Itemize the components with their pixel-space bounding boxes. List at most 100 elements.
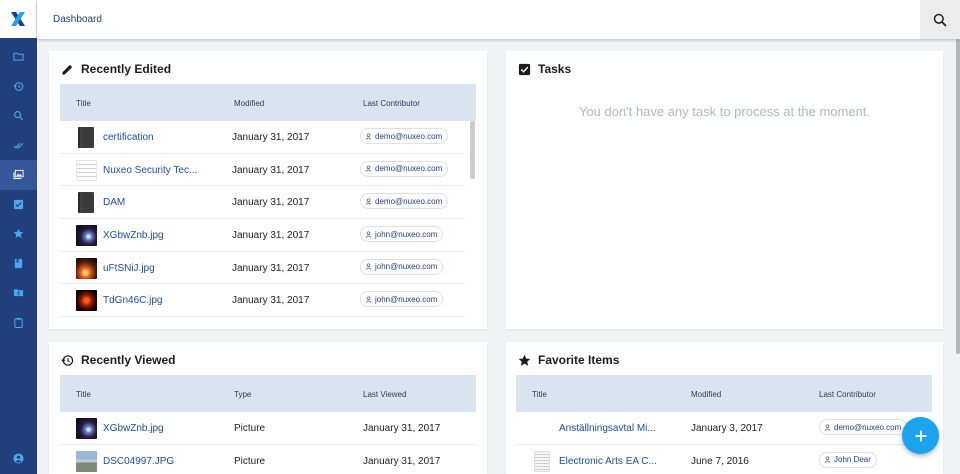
contributor-chip[interactable]: demo@nuxeo.com (360, 160, 449, 177)
tasks-header: Tasks (518, 62, 571, 76)
document-thumbnail (78, 192, 94, 214)
table-row[interactable]: certification January 31, 2017 demo@nuxeo.… (60, 121, 465, 154)
person-icon (365, 165, 372, 172)
sidebar-item-browse[interactable] (0, 42, 37, 72)
card-title: Recently Viewed (81, 353, 176, 367)
empty-tasks-message: You don't have any task to process at th… (578, 104, 871, 119)
column-header-title[interactable]: Title (532, 390, 547, 399)
person-icon (824, 456, 831, 463)
sidebar-item-shared[interactable] (0, 278, 37, 308)
table-row[interactable]: Electronic Arts EA C... June 7, 2016 John … (516, 445, 932, 474)
contributor-name: john@nuxeo.com (375, 229, 438, 239)
person-icon (365, 198, 372, 205)
contributor-chip[interactable]: demo@nuxeo.com (360, 193, 449, 210)
row-viewed: January 31, 2017 (363, 423, 441, 434)
column-header-last-contributor[interactable]: Last Contributor (819, 390, 876, 399)
document-title-link[interactable]: TdGn46C.jpg (103, 295, 162, 306)
sidebar-item-clipboard[interactable] (0, 308, 37, 338)
user-menu-button[interactable] (0, 448, 37, 468)
double-check-icon (13, 142, 24, 149)
clipboard-icon (14, 317, 23, 328)
document-title-link[interactable]: Nuxeo Security Tec... (103, 165, 197, 176)
column-header-type[interactable]: Type (234, 390, 251, 399)
sidebar-item-tasks-done[interactable] (0, 131, 37, 161)
search-icon (933, 13, 947, 27)
document-title-link[interactable]: certification (103, 132, 154, 143)
contributor-name: john@nuxeo.com (375, 294, 438, 304)
sidebar-item-gallery[interactable] (0, 160, 37, 190)
table-row[interactable]: DSC04997.JPG Picture January 31, 2017 (60, 445, 476, 474)
column-header-modified[interactable]: Modified (234, 99, 264, 108)
nuxeo-logo[interactable] (0, 0, 37, 38)
page-title: Dashboard (53, 14, 102, 25)
contributor-name: john@nuxeo.com (375, 262, 438, 272)
table-header: Title Modified Last Contributor (516, 375, 932, 412)
contributor-chip[interactable]: John Dear (819, 451, 877, 468)
table-row[interactable]: XGbwZnb.jpg Picture January 31, 2017 (60, 412, 476, 445)
card-title: Tasks (538, 62, 572, 76)
list-scrollbar[interactable] (470, 121, 475, 179)
column-header-title[interactable]: Title (76, 99, 91, 108)
create-document-button[interactable] (902, 417, 939, 454)
table-row[interactable]: DAM January 31, 2017 demo@nuxeo.com (60, 186, 465, 220)
sidebar (0, 0, 37, 474)
sidebar-item-search[interactable] (0, 101, 37, 131)
contributor-chip[interactable]: demo@nuxeo.com (360, 128, 449, 144)
document-title-link[interactable]: XGbwZnb.jpg (103, 230, 164, 241)
document-title-link[interactable]: DAM (103, 197, 125, 208)
row-modified: January 31, 2017 (232, 230, 310, 242)
table-row[interactable]: TdGn46C.jpg January 31, 2017 john@nuxeo.co… (60, 284, 465, 318)
person-icon (365, 230, 372, 238)
history-icon (13, 81, 24, 91)
shared-folder-icon (13, 289, 24, 297)
document-thumbnail (76, 257, 97, 279)
contributor-chip[interactable]: john@nuxeo.com (360, 226, 444, 243)
star-icon (518, 354, 531, 366)
contributor-name: demo@nuxeo.com (375, 131, 443, 141)
table-row[interactable]: uFtSNiJ.jpg January 31, 2017 john@nuxeo.co… (60, 252, 465, 285)
column-header-modified[interactable]: Modified (691, 390, 721, 399)
row-modified: January 31, 2017 (232, 132, 310, 143)
person-icon (824, 423, 831, 431)
recently-viewed-card: Recently Viewed Title Type Last Viewed X… (49, 342, 487, 474)
table-header: Title Type Last Viewed (60, 375, 476, 412)
column-header-last-viewed[interactable]: Last Viewed (363, 390, 406, 399)
recently-edited-card: Recently Edited Title Modified Last Cont… (49, 51, 487, 329)
document-title-link[interactable]: Electronic Arts EA C... (559, 456, 657, 467)
contributor-chip[interactable]: john@nuxeo.com (360, 291, 444, 308)
table-row[interactable]: Nuxeo Security Tec... January 31, 2017 dem… (60, 154, 465, 187)
row-modified: January 31, 2017 (232, 164, 310, 176)
top-bar: Dashboard (37, 0, 960, 39)
checkbox-icon (13, 199, 24, 209)
document-title-link[interactable]: Anställningsavtal Mi... (559, 423, 656, 434)
document-title-link[interactable]: uFtSNiJ.jpg (103, 263, 155, 274)
checkbox-icon (518, 63, 531, 75)
row-viewed: January 31, 2017 (363, 455, 441, 467)
sidebar-item-tasks[interactable] (0, 190, 37, 220)
account-circle-icon (13, 452, 24, 464)
document-thumbnail (534, 450, 550, 472)
search-button[interactable] (920, 0, 960, 39)
sidebar-item-history[interactable] (0, 72, 37, 102)
history-icon (61, 354, 74, 366)
favorite-items-header: Favorite Items (518, 353, 619, 367)
favorite-items-card: Favorite Items Title Modified Last Contr… (506, 342, 943, 474)
document-thumbnail (76, 159, 97, 181)
table-row[interactable]: Anställningsavtal Mi... January 3, 2017 de… (516, 412, 932, 445)
row-modified: January 31, 2017 (232, 295, 310, 307)
document-title-link[interactable]: DSC04997.JPG (103, 456, 174, 467)
contributor-chip[interactable]: john@nuxeo.com (360, 258, 444, 275)
star-icon (13, 228, 24, 239)
sidebar-item-collections[interactable] (0, 249, 37, 279)
table-row[interactable]: XGbwZnb.jpg January 31, 2017 john@nuxeo.co… (60, 219, 465, 252)
page-scrollbar[interactable] (956, 39, 960, 354)
row-type: Picture (234, 455, 266, 467)
column-header-title[interactable]: Title (76, 390, 91, 399)
row-modified: January 31, 2017 (232, 197, 310, 209)
sidebar-item-favorites[interactable] (0, 219, 37, 249)
favorite-items-list: Anställningsavtal Mi... January 3, 2017 de… (516, 412, 932, 474)
document-title-link[interactable]: XGbwZnb.jpg (103, 423, 164, 434)
card-title: Favorite Items (538, 353, 620, 367)
contributor-chip[interactable]: demo@nuxeo.com (819, 419, 908, 435)
column-header-last-contributor[interactable]: Last Contributor (363, 99, 420, 108)
